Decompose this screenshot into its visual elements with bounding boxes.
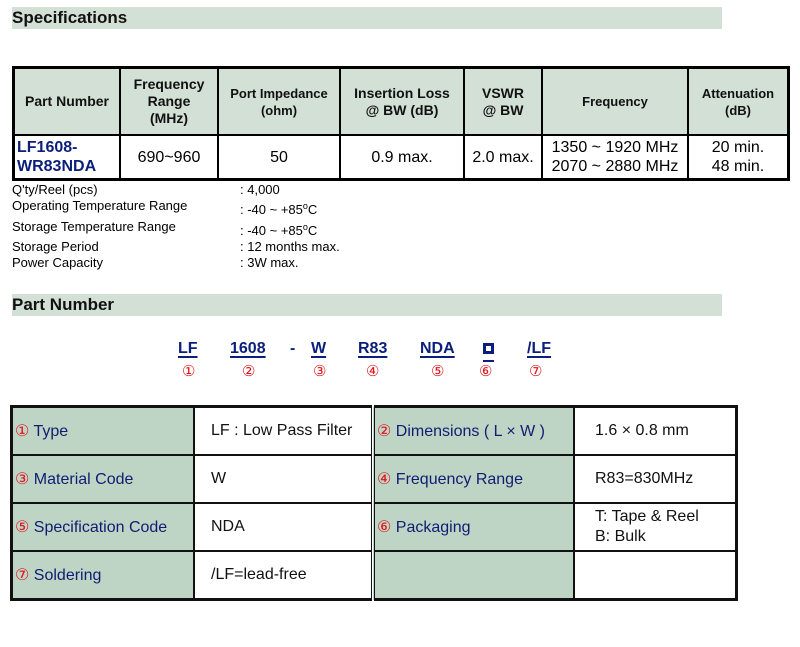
cell-attenuation: 20 min. 48 min. [687, 134, 790, 181]
header-part-number: Part Number [12, 66, 121, 136]
property-storage-temp: Storage Temperature Range: -40 ~ +85oC [12, 218, 318, 238]
header-frequency-range: Frequency Range (MHz) [119, 66, 219, 136]
spec-data-row: LF1608- WR83NDA 690~960 50 0.9 max. 2.0 m… [12, 134, 790, 181]
header-insertion-loss: Insertion Loss @ BW (dB) [339, 66, 465, 136]
label-material-code: ③ Material Code [10, 454, 195, 504]
properties-list: Q'ty/Reel (pcs): 4,000 Operating Tempera… [12, 182, 340, 271]
label-empty [371, 550, 575, 601]
spec-header-row: Part Number Frequency Range (MHz) Port Imp… [12, 66, 790, 136]
value-soldering: /LF=lead-free [193, 550, 374, 601]
specifications-table: Part Number Frequency Range (MHz) Port Imp… [12, 66, 790, 181]
value-type: LF : Low Pass Filter [193, 405, 374, 456]
label-packaging: ⑥ Packaging [371, 502, 575, 552]
cell-frequency: 1350 ~ 1920 MHz 2070 ~ 2880 MHz [541, 134, 689, 181]
part-table-row: ③ Material Code W ④ Frequency Range R83=… [10, 454, 738, 504]
cell-vswr: 2.0 max. [463, 134, 543, 181]
header-frequency: Frequency [541, 66, 689, 136]
code-segment-dimensions: 1608 [230, 340, 266, 357]
label-type: ① Type [10, 405, 195, 456]
property-qty-reel: Q'ty/Reel (pcs): 4,000 [12, 182, 280, 197]
code-dash: - [290, 340, 296, 357]
code-number-4: ④ [366, 363, 380, 380]
code-segment-type: LF [178, 340, 198, 357]
cell-insertion-loss: 0.9 max. [339, 134, 465, 181]
code-number-1: ① [182, 363, 196, 380]
cell-part-number: LF1608- WR83NDA [12, 134, 121, 181]
specifications-title: Specifications [12, 8, 128, 27]
header-port-impedance: Port Impedance (ohm) [217, 66, 341, 136]
part-number-table: ① Type LF : Low Pass Filter ② Dimensions… [10, 405, 738, 601]
value-empty [573, 550, 738, 601]
header-vswr: VSWR @ BW [463, 66, 543, 136]
code-number-5: ⑤ [431, 363, 445, 380]
code-number-3: ③ [313, 363, 327, 380]
label-frequency-range: ④ Frequency Range [371, 454, 575, 504]
value-specification-code: NDA [193, 502, 374, 552]
part-table-row: ① Type LF : Low Pass Filter ② Dimensions… [10, 405, 738, 456]
property-storage-period: Storage Period: 12 months max. [12, 238, 340, 254]
code-segment-frequency: R83 [358, 340, 388, 357]
value-frequency-range: R83=830MHz [573, 454, 738, 504]
value-material-code: W [193, 454, 374, 504]
packaging-box-icon [483, 343, 494, 354]
code-segment-material: W [311, 340, 327, 357]
code-segment-packaging [483, 340, 494, 362]
label-dimensions: ② Dimensions ( L × W ) [371, 405, 575, 456]
code-segment-specification: NDA [420, 340, 455, 357]
cell-impedance: 50 [217, 134, 341, 181]
part-number-title: Part Number [12, 295, 115, 314]
header-attenuation: Attenuation (dB) [687, 66, 790, 136]
value-packaging: T: Tape & Reel B: Bulk [573, 502, 738, 552]
code-segment-soldering: /LF [527, 340, 551, 357]
part-table-row: ⑦ Soldering /LF=lead-free [10, 550, 738, 601]
code-number-7: ⑦ [529, 363, 543, 380]
part-number-header-bar [12, 294, 722, 316]
value-dimensions: 1.6 × 0.8 mm [573, 405, 738, 456]
property-power-capacity: Power Capacity: 3W max. [12, 255, 299, 271]
label-specification-code: ⑤ Specification Code [10, 502, 195, 552]
property-operating-temp: Operating Temperature Range: -40 ~ +85oC [12, 198, 318, 218]
code-number-6: ⑥ [479, 363, 493, 380]
code-number-2: ② [242, 363, 256, 380]
part-table-row: ⑤ Specification Code NDA ⑥ Packaging T: … [10, 502, 738, 552]
cell-frequency-range: 690~960 [119, 134, 219, 181]
label-soldering: ⑦ Soldering [10, 550, 195, 601]
